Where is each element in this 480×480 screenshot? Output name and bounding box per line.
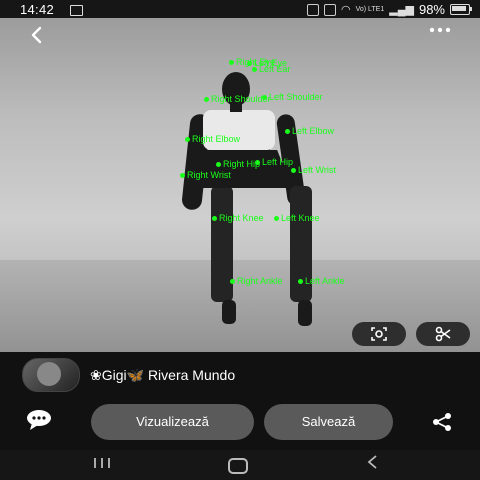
photo-floor	[0, 260, 480, 352]
share-button[interactable]	[428, 410, 456, 434]
person-shoe-left	[222, 300, 236, 324]
keypoint-label: Left Knee	[274, 213, 320, 223]
back-chevron-icon	[367, 455, 377, 469]
user-name[interactable]: ❀Gigi🦋 Rivera Mundo	[90, 367, 235, 384]
scissors-icon	[435, 326, 451, 342]
status-right: ◠ Vo) LTE1 ▂▄▆ 98%	[306, 2, 472, 17]
view-button[interactable]: Vizualizează	[91, 404, 254, 440]
battery-percent: 98%	[418, 2, 445, 17]
keypoint-label: Right Hip	[216, 159, 260, 169]
keypoint-label: Left Hip	[255, 157, 293, 167]
keypoint-label: Left Shoulder	[262, 92, 323, 102]
crop-button[interactable]	[416, 322, 470, 346]
comment-button[interactable]	[24, 408, 56, 436]
battery-icon	[450, 4, 472, 15]
avatar-image	[37, 362, 61, 386]
pin-photo[interactable]: Right Eye Left Eye Left Ear Right Should…	[0, 18, 480, 352]
keypoint-label: Left Ear	[252, 64, 291, 74]
keypoint-label: Right Wrist	[180, 170, 231, 180]
person-skirt	[186, 150, 292, 188]
keypoint-label: Left Ankle	[298, 276, 345, 286]
save-button[interactable]: Salvează	[264, 404, 393, 440]
keypoint-label: Left Elbow	[285, 126, 334, 136]
share-icon	[433, 413, 451, 431]
alarm-icon	[323, 3, 336, 16]
lens-icon	[371, 327, 387, 341]
more-horizontal-icon	[429, 27, 451, 33]
status-time: 14:42	[20, 2, 55, 17]
notification-icon	[306, 3, 319, 16]
keypoint-label: Right Shoulder	[204, 94, 271, 104]
person-top	[203, 110, 275, 150]
back-button[interactable]	[24, 20, 50, 46]
person-shoe-right	[298, 300, 312, 326]
network-label: Vo) LTE1	[355, 6, 385, 13]
recents-icon	[94, 458, 110, 468]
keypoint-label: Left Wrist	[291, 165, 336, 175]
wifi-icon: ◠	[340, 4, 351, 16]
keypoint-label: Right Ankle	[230, 276, 283, 286]
signal-icon: ▂▄▆	[389, 4, 414, 16]
comment-icon	[27, 410, 51, 430]
system-back-button[interactable]	[366, 454, 378, 475]
image-notification-icon	[70, 5, 83, 16]
more-options-button[interactable]	[428, 24, 456, 36]
visual-search-button[interactable]	[352, 322, 406, 346]
keypoint-label: Right Elbow	[185, 134, 240, 144]
keypoint-label: Right Knee	[212, 213, 264, 223]
recents-button[interactable]	[92, 456, 112, 472]
home-button[interactable]	[228, 458, 248, 474]
chevron-left-icon	[31, 26, 42, 44]
